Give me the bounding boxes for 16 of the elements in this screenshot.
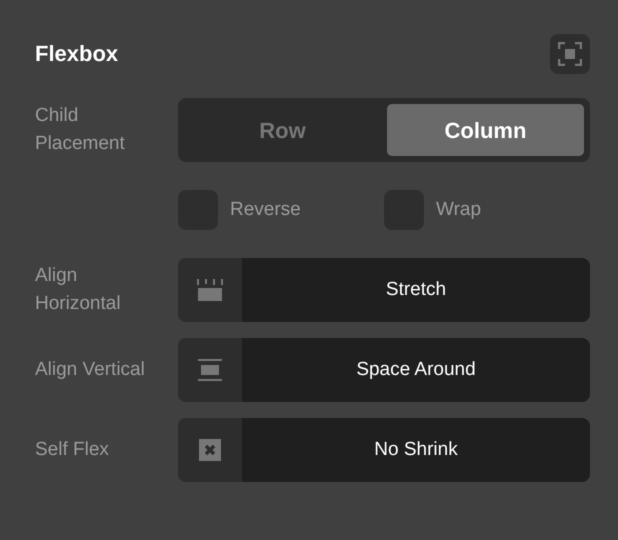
field-label: Child Placement <box>35 104 126 156</box>
panel-title: Flexbox <box>35 40 118 68</box>
focus-icon <box>558 42 582 66</box>
dropdown-select[interactable]: Stretch <box>178 258 590 322</box>
space-around-icon <box>197 357 223 383</box>
stretch-icon <box>197 277 223 303</box>
dropdown-select[interactable]: No Shrink <box>178 418 590 482</box>
field-label: Align Vertical <box>35 358 146 382</box>
dropdown-select[interactable]: Space Around <box>178 338 590 402</box>
checkbox-label: Wrap <box>436 198 482 222</box>
checkbox-label: Reverse <box>230 198 301 222</box>
fullscreen-button[interactable] <box>550 34 590 74</box>
segment-tab[interactable]: Column <box>387 104 584 156</box>
field-label: Align Horizontal <box>35 264 122 316</box>
field-label: Self Flex <box>35 438 110 462</box>
no-shrink-icon <box>197 437 223 463</box>
